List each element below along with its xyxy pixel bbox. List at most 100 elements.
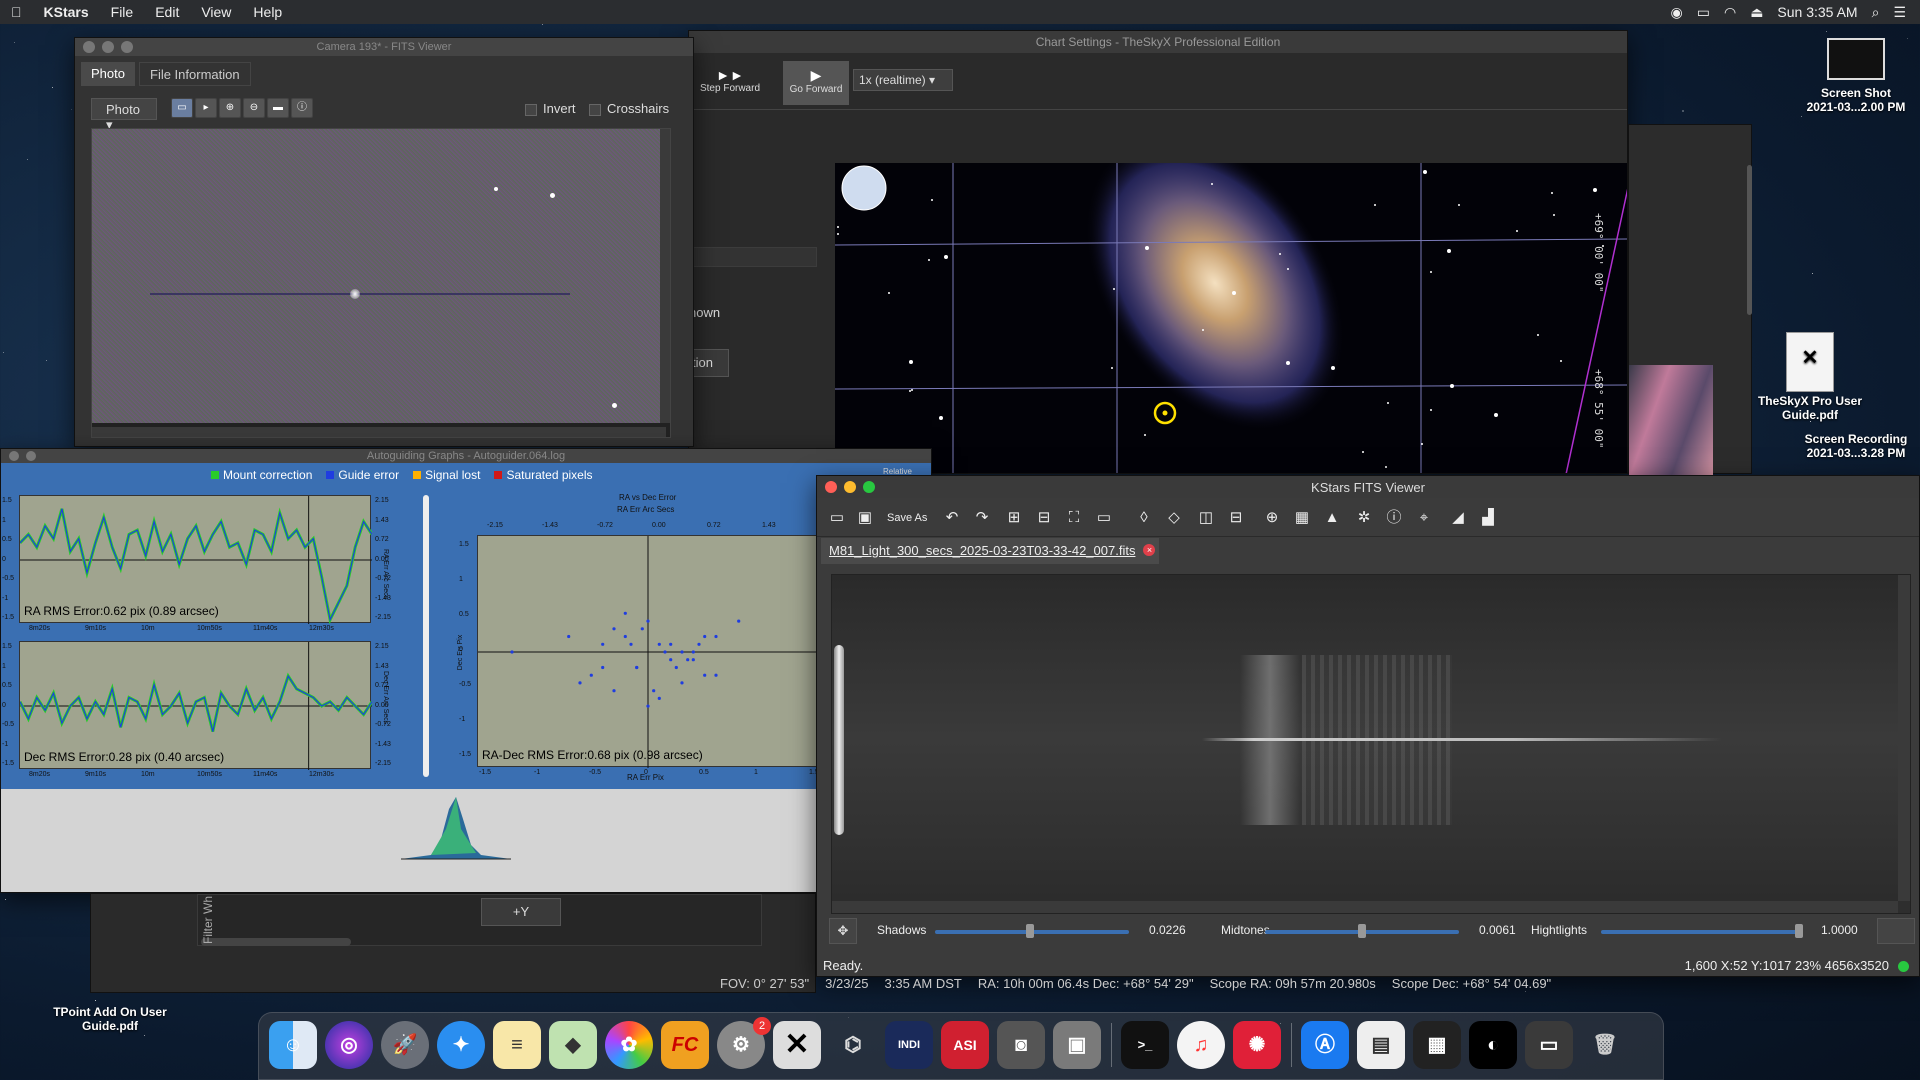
menu-help[interactable]: Help — [242, 4, 293, 20]
menu-app[interactable]: KStars — [33, 4, 100, 20]
apple-icon[interactable]:  — [0, 4, 33, 20]
asi-icon[interactable]: ASI — [941, 1021, 989, 1069]
close-button[interactable] — [825, 481, 837, 493]
info-icon[interactable]: ⓘ — [1383, 506, 1405, 530]
debayer-icon[interactable]: ◇ — [1163, 506, 1185, 530]
side-field[interactable] — [689, 247, 817, 267]
highlights-slider[interactable] — [1601, 930, 1799, 934]
notes-icon[interactable]: ≡ — [493, 1021, 541, 1069]
trash-icon[interactable]: 🗑 — [1581, 1021, 1629, 1069]
undo-icon[interactable]: ↶ — [941, 506, 963, 530]
camera-noise-image[interactable] — [92, 129, 666, 423]
terminal-icon[interactable]: >_ — [1121, 1021, 1169, 1069]
stars-icon[interactable]: ✲ — [1353, 506, 1375, 530]
open-folder-icon[interactable]: ▭ — [825, 506, 849, 530]
theskyx-icon[interactable]: ✕ — [773, 1021, 821, 1069]
user-icon[interactable]: ◉ — [1671, 4, 1683, 21]
camera-vscroll[interactable] — [660, 129, 670, 423]
window-dock-icon[interactable]: ▭ — [1525, 1021, 1573, 1069]
tab-photo[interactable]: Photo — [81, 62, 135, 86]
close-tab-icon[interactable]: × — [1143, 544, 1156, 556]
save-icon[interactable]: ▣ — [853, 506, 877, 530]
side-button[interactable]: tion — [689, 349, 729, 377]
info-icon[interactable]: ⓘ — [291, 98, 313, 118]
menu-file[interactable]: File — [100, 4, 145, 20]
save-as-button[interactable]: Save As — [887, 506, 927, 530]
desktop-tpoint-icon[interactable]: TPoint Add On User Guide.pdf — [40, 1005, 180, 1033]
zoom-fit-icon[interactable]: ▭ — [1093, 506, 1115, 530]
crosshair-icon[interactable]: ⊕ — [1261, 506, 1283, 530]
camera-hscroll[interactable] — [92, 427, 666, 437]
recording-dock-icon[interactable]: ◐ — [1469, 1021, 1517, 1069]
grid-icon[interactable]: ▦ — [1291, 506, 1313, 530]
telescope-icon[interactable]: ⌬ — [829, 1021, 877, 1069]
tab-fits-file[interactable]: M81_Light_300_secs_2025-03-23T03-33-42_0… — [821, 538, 1160, 564]
mask-icon[interactable]: ◢ — [1447, 506, 1469, 530]
display-icon[interactable]: ▭ — [1697, 4, 1710, 21]
screen-share-icon[interactable]: ▣ — [1053, 1021, 1101, 1069]
screenshot-dock-icon[interactable]: ▦ — [1413, 1021, 1461, 1069]
minimize-button[interactable] — [844, 481, 856, 493]
spotlight-icon[interactable]: ⌕ — [1872, 4, 1880, 21]
ra-error-plot[interactable]: RA RMS Error:0.62 pix (0.89 arcsec) — [18, 495, 374, 625]
app-store-icon[interactable]: Ⓐ — [1301, 1021, 1349, 1069]
minimize-button[interactable] — [102, 41, 114, 53]
minimize-button[interactable] — [26, 451, 36, 461]
astro-app-icon[interactable]: ✺ — [1233, 1021, 1281, 1069]
safari-icon[interactable]: ✦ — [437, 1021, 485, 1069]
step-forward-button[interactable]: ►► Step Forward — [693, 61, 767, 105]
zoom-default-icon[interactable]: ⛶ — [1063, 506, 1085, 530]
desktop-recording-icon[interactable]: Screen Recording 2021-03...3.28 PM — [1786, 432, 1920, 460]
redo-icon[interactable]: ↷ — [971, 506, 993, 530]
plus-y-button[interactable]: +Y — [481, 898, 561, 926]
finder-icon[interactable]: ☺ — [269, 1021, 317, 1069]
stretch-icon[interactable]: ◊ — [1133, 506, 1155, 530]
zoom-out-icon[interactable]: ⊖ — [243, 98, 265, 118]
camera-app-icon[interactable]: ◙ — [997, 1021, 1045, 1069]
pointer-tool-icon[interactable]: ▸ — [195, 98, 217, 118]
zoom-in-icon[interactable]: ⊕ — [219, 98, 241, 118]
document-icon[interactable]: ▤ — [1357, 1021, 1405, 1069]
dec-error-plot[interactable]: Dec RMS Error:0.28 pix (0.40 arcsec) — [18, 641, 374, 770]
graph-splitter[interactable] — [423, 495, 429, 777]
menu-edit[interactable]: Edit — [144, 4, 190, 20]
zoom-out-icon[interactable]: ⊟ — [1033, 506, 1055, 530]
flip-horizontal-icon[interactable]: ◫ — [1195, 506, 1217, 530]
crosshairs-checkbox[interactable]: Crosshairs — [589, 101, 669, 116]
frame-tool-icon[interactable]: ▭ — [171, 98, 193, 118]
flip-vertical-icon[interactable]: ⊟ — [1225, 506, 1247, 530]
wifi-icon[interactable]: ◠ — [1724, 4, 1736, 21]
photos-icon[interactable]: ✿ — [605, 1021, 653, 1069]
sky-chart[interactable]: +69° 00' 00" +68° 55' 00" — [835, 163, 1627, 473]
control-center-icon[interactable]: ☰ — [1893, 4, 1906, 21]
histogram-button[interactable] — [1877, 918, 1915, 944]
close-button[interactable] — [83, 41, 95, 53]
shadows-slider-thumb[interactable] — [1026, 924, 1035, 938]
histogram-icon[interactable]: ▟ — [1477, 506, 1499, 530]
pan-tool-icon[interactable]: ✥ — [829, 918, 857, 944]
fits-image-area[interactable] — [831, 574, 1911, 914]
indi-icon[interactable]: INDI — [885, 1021, 933, 1069]
mode-select[interactable]: Photo ▾ — [91, 98, 157, 132]
zoom-in-icon[interactable]: ⊞ — [1003, 506, 1025, 530]
firecapture-icon[interactable]: FC — [661, 1021, 709, 1069]
launchpad-icon[interactable]: 🚀 — [381, 1021, 429, 1069]
close-button[interactable] — [9, 451, 19, 461]
highlights-slider-thumb[interactable] — [1795, 924, 1803, 938]
target-icon[interactable]: ⌖ — [1413, 506, 1435, 530]
invert-checkbox[interactable]: Invert — [525, 101, 576, 116]
menubar-clock[interactable]: Sun 3:35 AM — [1777, 4, 1857, 20]
zoom-button[interactable] — [121, 41, 133, 53]
fits-hscroll[interactable] — [832, 901, 1898, 913]
fit-icon[interactable]: ▬ — [267, 98, 289, 118]
eject-icon[interactable]: ⏏ — [1750, 4, 1763, 21]
menu-view[interactable]: View — [190, 4, 242, 20]
desktop-skyx-guide-icon[interactable]: ✕ TheSkyX Pro User Guide.pdf — [1750, 332, 1870, 422]
midtones-slider-thumb[interactable] — [1358, 924, 1366, 938]
music-icon[interactable]: ♫ — [1177, 1021, 1225, 1069]
ra-dec-scatter-plot[interactable]: RA-Dec RMS Error:0.68 pix (0.98 arcsec) — [477, 535, 818, 768]
fits-vscroll[interactable] — [1898, 575, 1910, 901]
pixel-grid-icon[interactable]: ▲ — [1321, 506, 1343, 530]
lower-hscroll[interactable] — [201, 938, 351, 946]
desktop-screenshot-icon[interactable]: Screen Shot 2021-03...2.00 PM — [1786, 38, 1920, 114]
